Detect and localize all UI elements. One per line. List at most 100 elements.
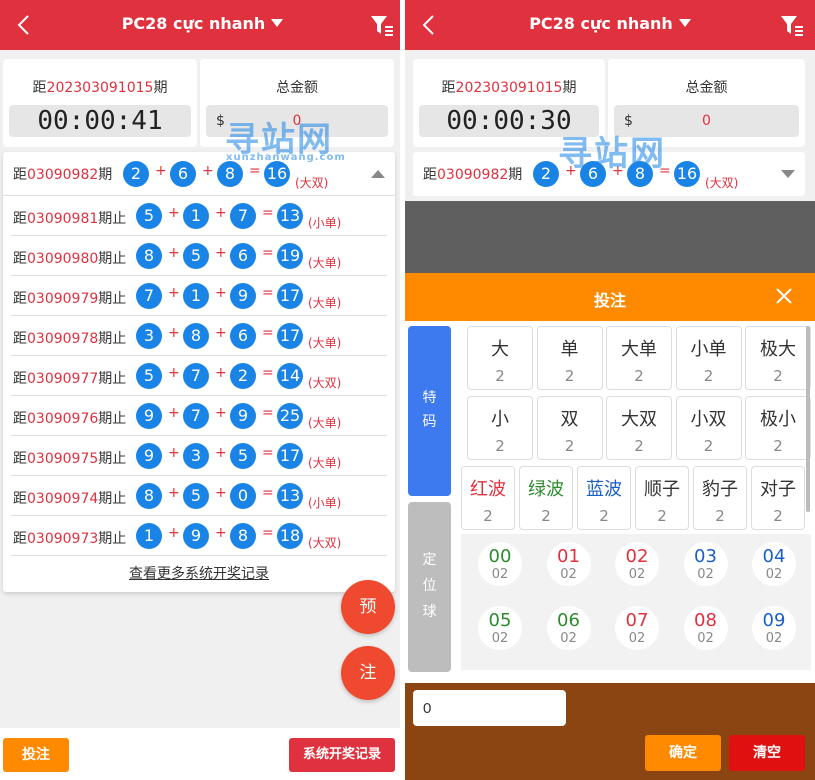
bet-option-name: 小双 [690, 409, 727, 430]
draw-result-tag: (大双) [705, 176, 739, 190]
tab-position-ball[interactable]: 定位球 [408, 502, 451, 672]
bet-amount-input[interactable] [413, 690, 566, 726]
plus-sign: + [215, 405, 227, 421]
plus-sign: + [215, 365, 227, 381]
more-draw-history-link[interactable]: 查看更多系统开奖记录 [3, 556, 395, 592]
draw-row: 距03090974期止 8 +5 +0 = 13 (小单) [11, 476, 387, 516]
draw-row: 距03090973期止 1 +9 +8 = 18 (大双) [11, 516, 387, 556]
draw-history-button[interactable]: 系统开奖记录 [289, 738, 395, 772]
plus-sign: + [168, 285, 180, 301]
game-title-dropdown[interactable]: PC28 cực nhanh [0, 14, 405, 33]
sum-ball: 18 [277, 523, 303, 549]
bet-option[interactable]: 豹子 2 [693, 466, 747, 530]
bet-option-name: 红波 [470, 479, 506, 500]
number-ball-option[interactable]: 08 02 [683, 606, 728, 650]
draw-period-label: 距03090973期止 [13, 531, 127, 547]
draw-period-label: 距03090976期止 [13, 411, 127, 427]
draw-result-tag: (大双) [295, 176, 329, 190]
plus-sign: + [215, 445, 227, 461]
draw-row: 距03090981期止 5 +1 +7 = 13 (小单) [11, 196, 387, 236]
tab-special-label: 特码 [422, 390, 437, 430]
number-ball: 6 [230, 243, 256, 269]
draw-period-label: 距03090981期止 [13, 211, 127, 227]
number-ball: 1 [183, 283, 209, 309]
ball-number: 02 [625, 546, 649, 567]
bet-option-name: 大 [491, 339, 509, 360]
filter-icon[interactable] [781, 16, 803, 36]
collapse-arrow-icon[interactable] [371, 170, 385, 178]
number-ball: 5 [230, 443, 256, 469]
bet-option-name: 蓝波 [586, 479, 622, 500]
close-icon[interactable] [775, 287, 793, 305]
top-bar: PC28 cực nhanh [0, 0, 405, 50]
bet-option-odds: 2 [483, 507, 493, 525]
equals-sign: = [262, 405, 274, 421]
draw-row: 距03090978期止 3 +8 +6 = 17 (大单) [11, 316, 387, 356]
bet-option[interactable]: 大2 [467, 326, 533, 390]
bet-option[interactable]: 小2 [467, 396, 533, 460]
bet-option[interactable]: 大单 2 [606, 326, 672, 390]
plus-sign: + [168, 245, 180, 261]
bottom-bar: 投注 系统开奖记录 [0, 728, 405, 780]
bet-option-odds: 2 [657, 507, 667, 525]
bet-option-odds: 2 [715, 507, 725, 525]
bet-option[interactable]: 双2 [536, 396, 603, 460]
bet-type-tabs: 特码 定位球 [408, 326, 451, 672]
number-ball: 2 [123, 161, 149, 187]
tab-special-code[interactable]: 特码 [408, 326, 451, 496]
bet-option[interactable]: 极大 2 [745, 326, 811, 390]
clear-button[interactable]: 清空 [729, 735, 805, 771]
number-ball-option[interactable]: 05 02 [478, 606, 522, 650]
bet-option[interactable]: 顺子 2 [635, 466, 689, 530]
equals-sign: = [262, 445, 274, 461]
number-ball: 7 [183, 403, 209, 429]
sum-ball: 16 [674, 161, 700, 187]
equals-sign: = [262, 485, 274, 501]
confirm-button[interactable]: 确定 [645, 735, 721, 771]
preview-fab[interactable]: 预 [341, 580, 395, 634]
number-ball-option[interactable]: 09 02 [752, 606, 796, 650]
bet-option[interactable]: 极小 2 [745, 396, 811, 460]
number-ball-option[interactable]: 00 02 [478, 542, 522, 586]
bet-option[interactable]: 小单 2 [675, 326, 742, 390]
number-ball-option[interactable]: 01 02 [546, 542, 591, 586]
draw-period-label: 距03090975期止 [13, 451, 127, 467]
bet-option[interactable]: 小双 2 [675, 396, 742, 460]
plus-sign: + [168, 365, 180, 381]
bet-button[interactable]: 投注 [3, 738, 69, 772]
bet-option[interactable]: 红波 2 [461, 466, 515, 530]
bet-option[interactable]: 绿波 2 [519, 466, 573, 530]
draw-period-label: 距03090979期止 [13, 291, 127, 307]
bet-option[interactable]: 对子 2 [751, 466, 805, 530]
number-ball: 9 [136, 443, 162, 469]
number-ball-option[interactable]: 04 02 [752, 542, 796, 586]
expand-arrow-icon[interactable] [781, 170, 795, 178]
sum-ball: 16 [264, 161, 290, 187]
chevron-down-icon [271, 19, 284, 27]
grid-scrollbar[interactable] [806, 326, 810, 512]
bet-option[interactable]: 蓝波 2 [577, 466, 631, 530]
number-ball-option[interactable]: 03 02 [683, 542, 728, 586]
number-ball-option[interactable]: 07 02 [615, 606, 659, 650]
number-ball-option[interactable]: 06 02 [546, 606, 591, 650]
number-ball-option[interactable]: 02 02 [615, 542, 659, 586]
filter-icon[interactable] [371, 16, 393, 36]
game-title-dropdown[interactable]: PC28 cực nhanh [405, 14, 815, 33]
draw-result-tag: (大单) [308, 336, 342, 350]
bet-option-name: 大双 [621, 409, 657, 430]
equals-sign: = [249, 163, 261, 179]
ball-number: 03 [694, 546, 717, 567]
bet-panel-body: 特码 定位球 大 2 单 2 大单 2 小单 2 极大 2 小 2 双 2 大双 2 小双 2 极小 2 红波 2 绿波 2 蓝… [405, 321, 815, 683]
plus-sign: + [168, 405, 180, 421]
number-ball: 3 [136, 323, 162, 349]
bet-option-name: 极大 [760, 339, 796, 360]
bet-option[interactable]: 单2 [536, 326, 603, 390]
bet-option-name: 大单 [621, 339, 657, 360]
ball-odds: 02 [560, 631, 577, 646]
bet-option[interactable]: 大双 2 [606, 396, 672, 460]
sum-ball: 17 [277, 323, 303, 349]
draw-row: 距03090977期止 5 +7 +2 = 14 (大双) [11, 356, 387, 396]
bet-option-name: 双 [560, 409, 579, 430]
bet-fab[interactable]: 注 [341, 646, 395, 700]
sum-ball: 17 [277, 283, 303, 309]
